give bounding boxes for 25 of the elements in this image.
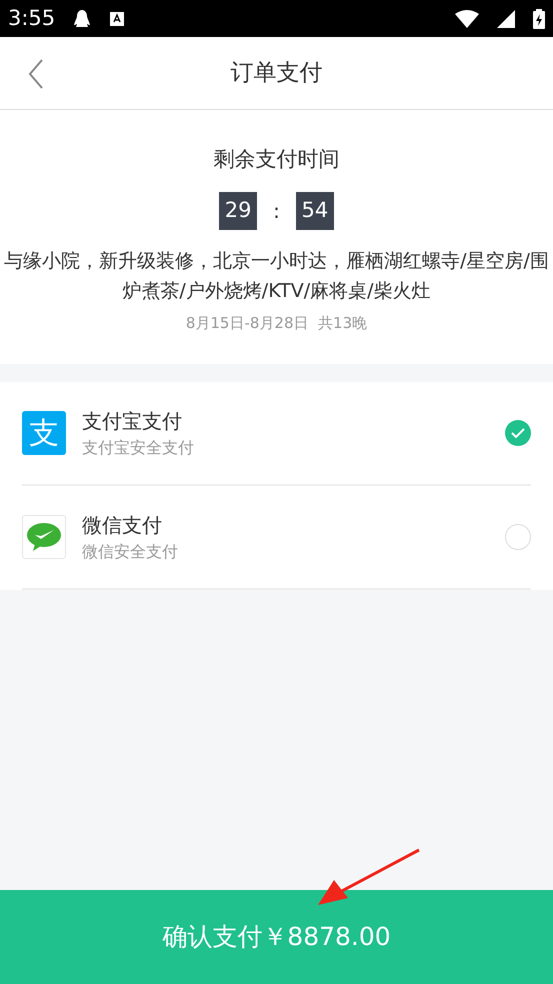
option-subtitle: 支付宝安全支付 — [82, 437, 194, 459]
checked-radio[interactable] — [505, 420, 531, 446]
back-button[interactable] — [28, 59, 44, 89]
option-subtitle: 微信安全支付 — [82, 541, 178, 563]
stay-dates: 8月15日-8月28日 共13晚 — [186, 314, 368, 332]
status-time: 3:55 — [8, 4, 56, 32]
signal-icon — [497, 10, 515, 28]
option-title: 微信支付 — [82, 512, 163, 539]
payment-option[interactable]: 微信支付 微信安全支付 — [22, 486, 531, 590]
battery-icon — [533, 8, 545, 28]
page-title: 订单支付 — [230, 58, 322, 88]
minutes-box: 29 — [219, 192, 258, 230]
penguin-icon — [73, 8, 92, 28]
seconds-box: 54 — [296, 192, 334, 230]
chat-bubble-icon — [22, 515, 66, 559]
alipay-icon: 支 — [22, 411, 66, 455]
time-separator: : — [273, 198, 280, 224]
wifi-icon — [455, 10, 479, 28]
listing-name: 与缘小院，新升级装修，北京一小时达，雁栖湖红螺寺/星空房/围炉煮茶/户外烧烤/KTV/麻将桌/柴火灶 — [3, 248, 550, 304]
payment-option[interactable]: 支 支付宝支付 支付宝安全支付 — [22, 382, 531, 486]
keyboard-icon — [109, 10, 126, 26]
radio-button[interactable] — [505, 524, 531, 550]
countdown-title: 剩余支付时间 — [212, 146, 340, 173]
option-title: 支付宝支付 — [82, 408, 183, 435]
check-icon — [511, 428, 525, 438]
